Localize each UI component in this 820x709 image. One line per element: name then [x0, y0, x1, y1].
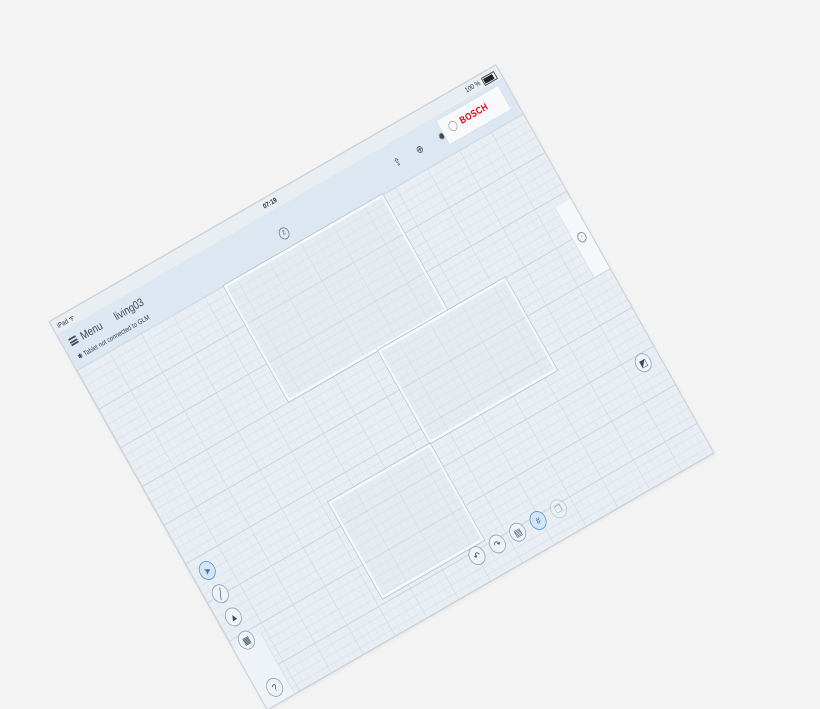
- history-counter[interactable]: 2: [276, 225, 292, 242]
- layers-icon[interactable]: ❐: [546, 496, 571, 522]
- brand-label: BOSCH: [457, 101, 491, 127]
- side-panel-dot-icon[interactable]: ◦: [575, 230, 589, 245]
- redo-icon[interactable]: ↷: [485, 531, 510, 557]
- 3d-view-icon[interactable]: ◩: [631, 350, 656, 376]
- tablet-screen: iPad ᯤ 07:19 100 % Menu living03 ✱ Table…: [50, 65, 714, 709]
- pointer-icon[interactable]: ➤: [195, 557, 220, 584]
- share-icon[interactable]: ⇪: [388, 152, 407, 173]
- zoom-level-icon[interactable]: ⊕: [410, 139, 429, 160]
- floorplan-canvas[interactable]: ◦ ◩ ➤ ╱ ▲ ▦ ? ↶ ↷ ▤ # ❐: [76, 113, 714, 709]
- stage: iPad ᯤ 07:19 100 % Menu living03 ✱ Table…: [0, 0, 820, 709]
- calculator-icon[interactable]: ▤: [505, 519, 530, 545]
- hamburger-icon: [68, 335, 80, 347]
- line-icon[interactable]: ╱: [208, 581, 233, 607]
- grid-icon[interactable]: #: [526, 507, 550, 534]
- bosch-emblem-icon: [446, 119, 460, 133]
- triangle-icon[interactable]: ▲: [221, 604, 246, 630]
- side-panel[interactable]: ◦: [554, 198, 610, 278]
- room-left[interactable]: [327, 442, 486, 601]
